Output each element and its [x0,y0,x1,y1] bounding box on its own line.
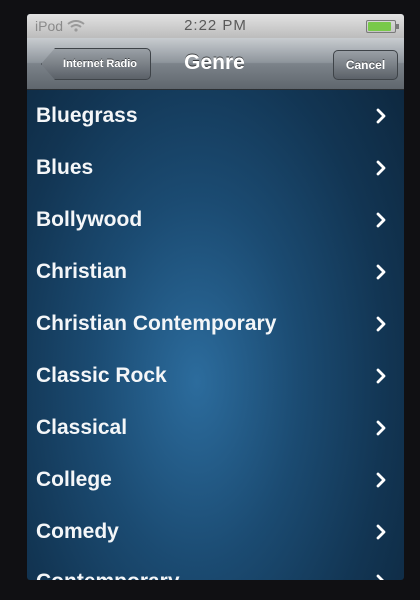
list-item-genre[interactable]: Christian [27,246,404,298]
list-item-label: Christian [36,260,128,283]
list-item-genre[interactable]: Comedy [27,506,404,558]
list-item-genre[interactable]: Bollywood [27,194,404,246]
device-bezel: iPod 2:22 PM Internet Radio Genre Cancel… [0,0,420,600]
status-time: 2:22 PM [184,17,247,34]
list-item-genre[interactable]: Classical [27,402,404,454]
chevron-right-icon [376,160,386,176]
chevron-right-icon [376,316,386,332]
navigation-bar: Internet Radio Genre Cancel [27,38,404,90]
status-bar: iPod 2:22 PM [27,14,404,38]
list-item-label: Classical [36,416,128,439]
chevron-right-icon [376,574,384,580]
list-item-genre[interactable]: Blues [27,142,404,194]
chevron-right-icon [376,472,386,488]
list-item-genre[interactable]: Bluegrass [27,90,404,142]
list-item-genre[interactable]: College [27,454,404,506]
genre-list: Bluegrass Blues Bollywood Christian Chri… [27,90,404,580]
cancel-button[interactable]: Cancel [333,50,398,80]
list-item-genre[interactable]: Christian Contemporary [27,298,404,350]
list-item-label: Bollywood [36,208,143,231]
battery-fill [368,21,392,31]
battery-icon [366,19,399,33]
list-item-label: Comedy [36,520,119,543]
chevron-right-icon [376,108,386,124]
list-item-label: Contemporary [36,570,180,580]
list-item-genre[interactable]: Contemporary [27,556,404,580]
chevron-right-icon [376,368,386,384]
chevron-right-icon [376,524,386,540]
page-title: Genre [184,51,245,74]
list-item-genre[interactable]: Classic Rock [27,350,404,402]
chevron-right-icon [376,264,386,280]
list-item-label: Bluegrass [36,104,138,127]
list-item-label: College [36,468,112,491]
list-item-label: Classic Rock [36,364,167,387]
chevron-right-icon [376,420,386,436]
chevron-right-icon [376,212,386,228]
list-item-label: Christian Contemporary [36,312,277,335]
list-item-label: Blues [36,156,94,179]
back-button[interactable]: Internet Radio [41,48,151,80]
screen: iPod 2:22 PM Internet Radio Genre Cancel… [27,14,404,580]
